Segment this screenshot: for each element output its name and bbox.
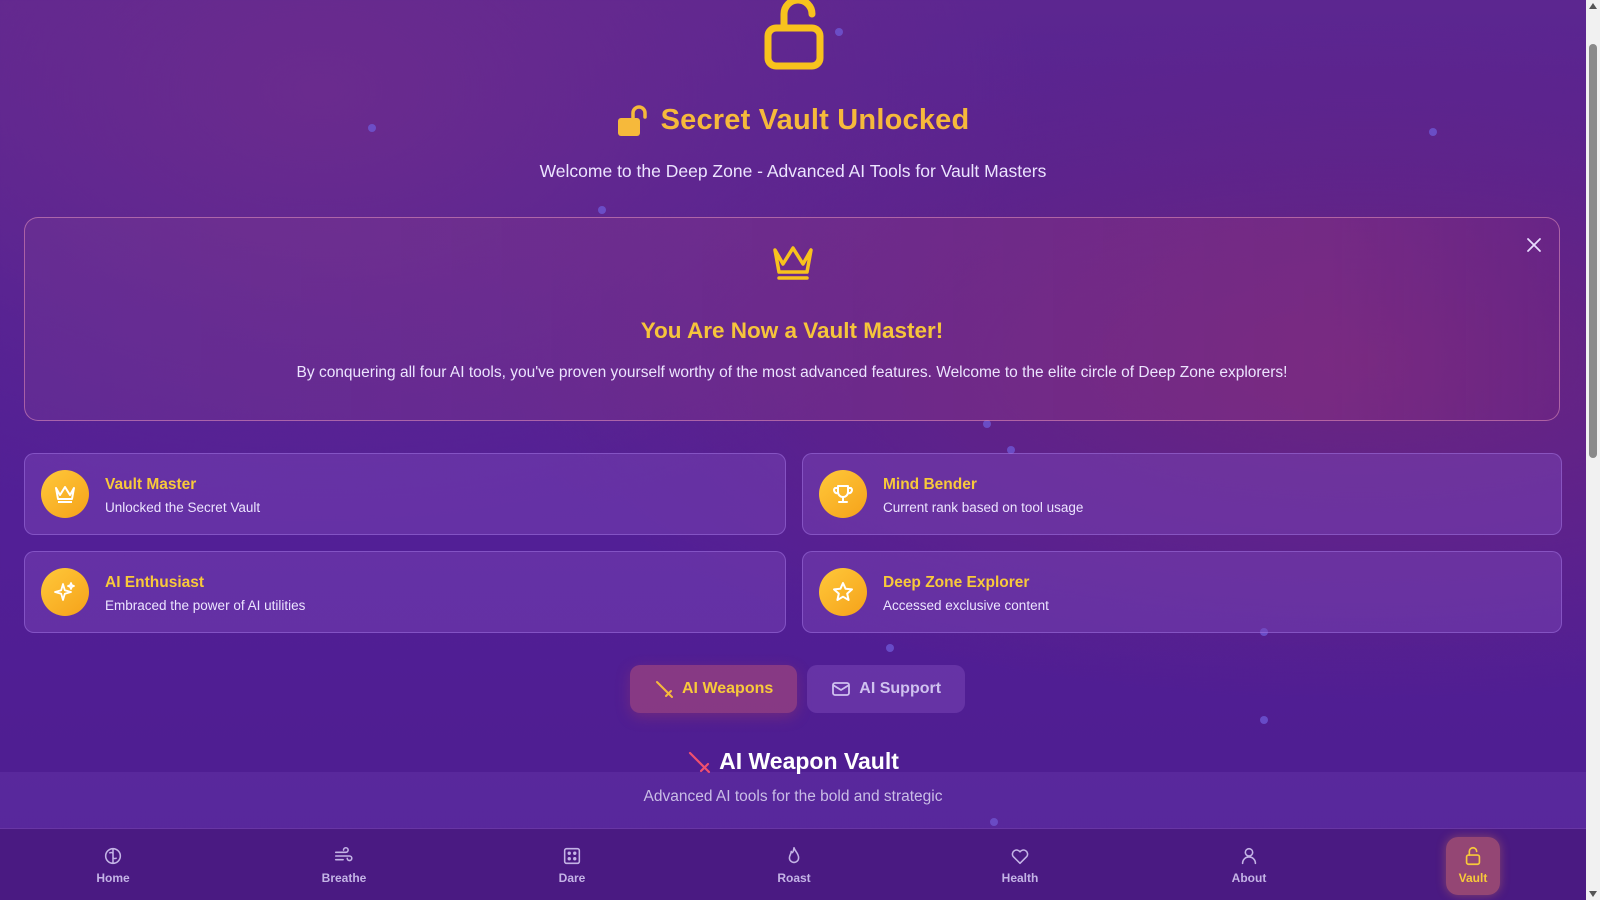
tab-label: AI Weapons: [682, 680, 774, 697]
nav-item-vault[interactable]: Vault: [1413, 829, 1533, 900]
tab-ai-support[interactable]: AI Support: [807, 665, 966, 713]
nav-item-home[interactable]: Home: [53, 829, 173, 900]
decorative-dot: [835, 28, 843, 36]
badge-card-mind-bender: Mind Bender Current rank based on tool u…: [802, 453, 1562, 535]
badge-title: Deep Zone Explorer: [883, 574, 1030, 591]
scrollbar-thumb[interactable]: [1589, 44, 1597, 458]
lock-open-icon: [617, 104, 647, 136]
page-heading: Secret Vault Unlocked: [0, 104, 1586, 137]
crown-icon: [55, 486, 75, 503]
nav-item-roast[interactable]: Roast: [734, 829, 854, 900]
section-heading: AI Weapon Vault: [0, 748, 1586, 775]
nav-item-health[interactable]: Health: [960, 829, 1080, 900]
decorative-dot: [1260, 716, 1268, 724]
badge-description: Current rank based on tool usage: [883, 500, 1084, 515]
nav-label: Health: [1001, 871, 1039, 885]
page-subtitle: Welcome to the Deep Zone - Advanced AI T…: [539, 161, 1047, 181]
decorative-dot: [983, 420, 991, 428]
nav-label: Vault: [1458, 871, 1488, 885]
badge-card-ai-enthusiast: AI Enthusiast Embraced the power of AI u…: [24, 551, 786, 633]
vault-master-banner: You Are Now a Vault Master! By conquerin…: [24, 217, 1560, 421]
sparkles-icon: [54, 582, 75, 601]
sword-icon: [656, 681, 673, 698]
decorative-dot: [598, 206, 606, 214]
scroll-down-arrow-icon[interactable]: [1589, 891, 1597, 897]
page-title: Secret Vault Unlocked: [660, 104, 970, 136]
badge-description: Embraced the power of AI utilities: [105, 598, 306, 613]
nav-label: Roast: [777, 871, 811, 885]
star-icon: [833, 582, 853, 601]
badge-description: Accessed exclusive content: [883, 598, 1049, 613]
badge-title: Vault Master: [105, 476, 197, 493]
dice-icon: [563, 847, 581, 865]
nav-label: Dare: [558, 871, 586, 885]
crown-icon: [773, 246, 813, 280]
badge-coin: [41, 470, 89, 518]
vault-page: Secret Vault Unlocked Welcome to the Dee…: [0, 0, 1586, 828]
nav-item-breathe[interactable]: Breathe: [284, 829, 404, 900]
nav-label: Home: [96, 871, 130, 885]
badge-card-vault-master: Vault Master Unlocked the Secret Vault: [24, 453, 786, 535]
vertical-scrollbar[interactable]: [1586, 0, 1600, 900]
section-subtitle: Advanced AI tools for the bold and strat…: [643, 788, 943, 805]
badge-card-deep-zone-explorer: Deep Zone Explorer Accessed exclusive co…: [802, 551, 1562, 633]
section-title: AI Weapon Vault: [719, 748, 899, 774]
nav-item-dare[interactable]: Dare: [512, 829, 632, 900]
bottom-navigation: Home Breathe Dare Roast Health About Vau…: [0, 828, 1586, 900]
tab-label: AI Support: [859, 680, 942, 697]
scroll-up-arrow-icon[interactable]: [1589, 3, 1597, 9]
decorative-dot: [886, 644, 894, 652]
trophy-icon: [833, 485, 853, 503]
lock-open-icon: [1465, 846, 1481, 866]
nav-label: Breathe: [321, 871, 367, 885]
badge-coin: [41, 568, 89, 616]
wind-icon: [334, 846, 353, 862]
mail-icon: [832, 682, 851, 696]
brain-icon: [104, 847, 122, 865]
close-icon[interactable]: [1525, 236, 1543, 254]
badge-description: Unlocked the Secret Vault: [105, 500, 261, 515]
user-icon: [1241, 847, 1257, 865]
badge-title: Mind Bender: [883, 476, 977, 493]
banner-title: You Are Now a Vault Master!: [640, 318, 944, 343]
vault-tabs: AI Weapons AI Support: [630, 665, 966, 713]
nav-label: About: [1231, 871, 1267, 885]
heart-icon: [1011, 849, 1029, 865]
sword-icon: [689, 751, 711, 773]
banner-text: By conquering all four AI tools, you've …: [296, 364, 1288, 381]
badge-coin: [819, 470, 867, 518]
unlocked-padlock-icon: [764, 0, 824, 70]
tab-ai-weapons[interactable]: AI Weapons: [630, 665, 798, 713]
badge-title: AI Enthusiast: [105, 574, 205, 591]
nav-item-about[interactable]: About: [1189, 829, 1309, 900]
badge-coin: [819, 568, 867, 616]
flame-icon: [788, 846, 800, 864]
